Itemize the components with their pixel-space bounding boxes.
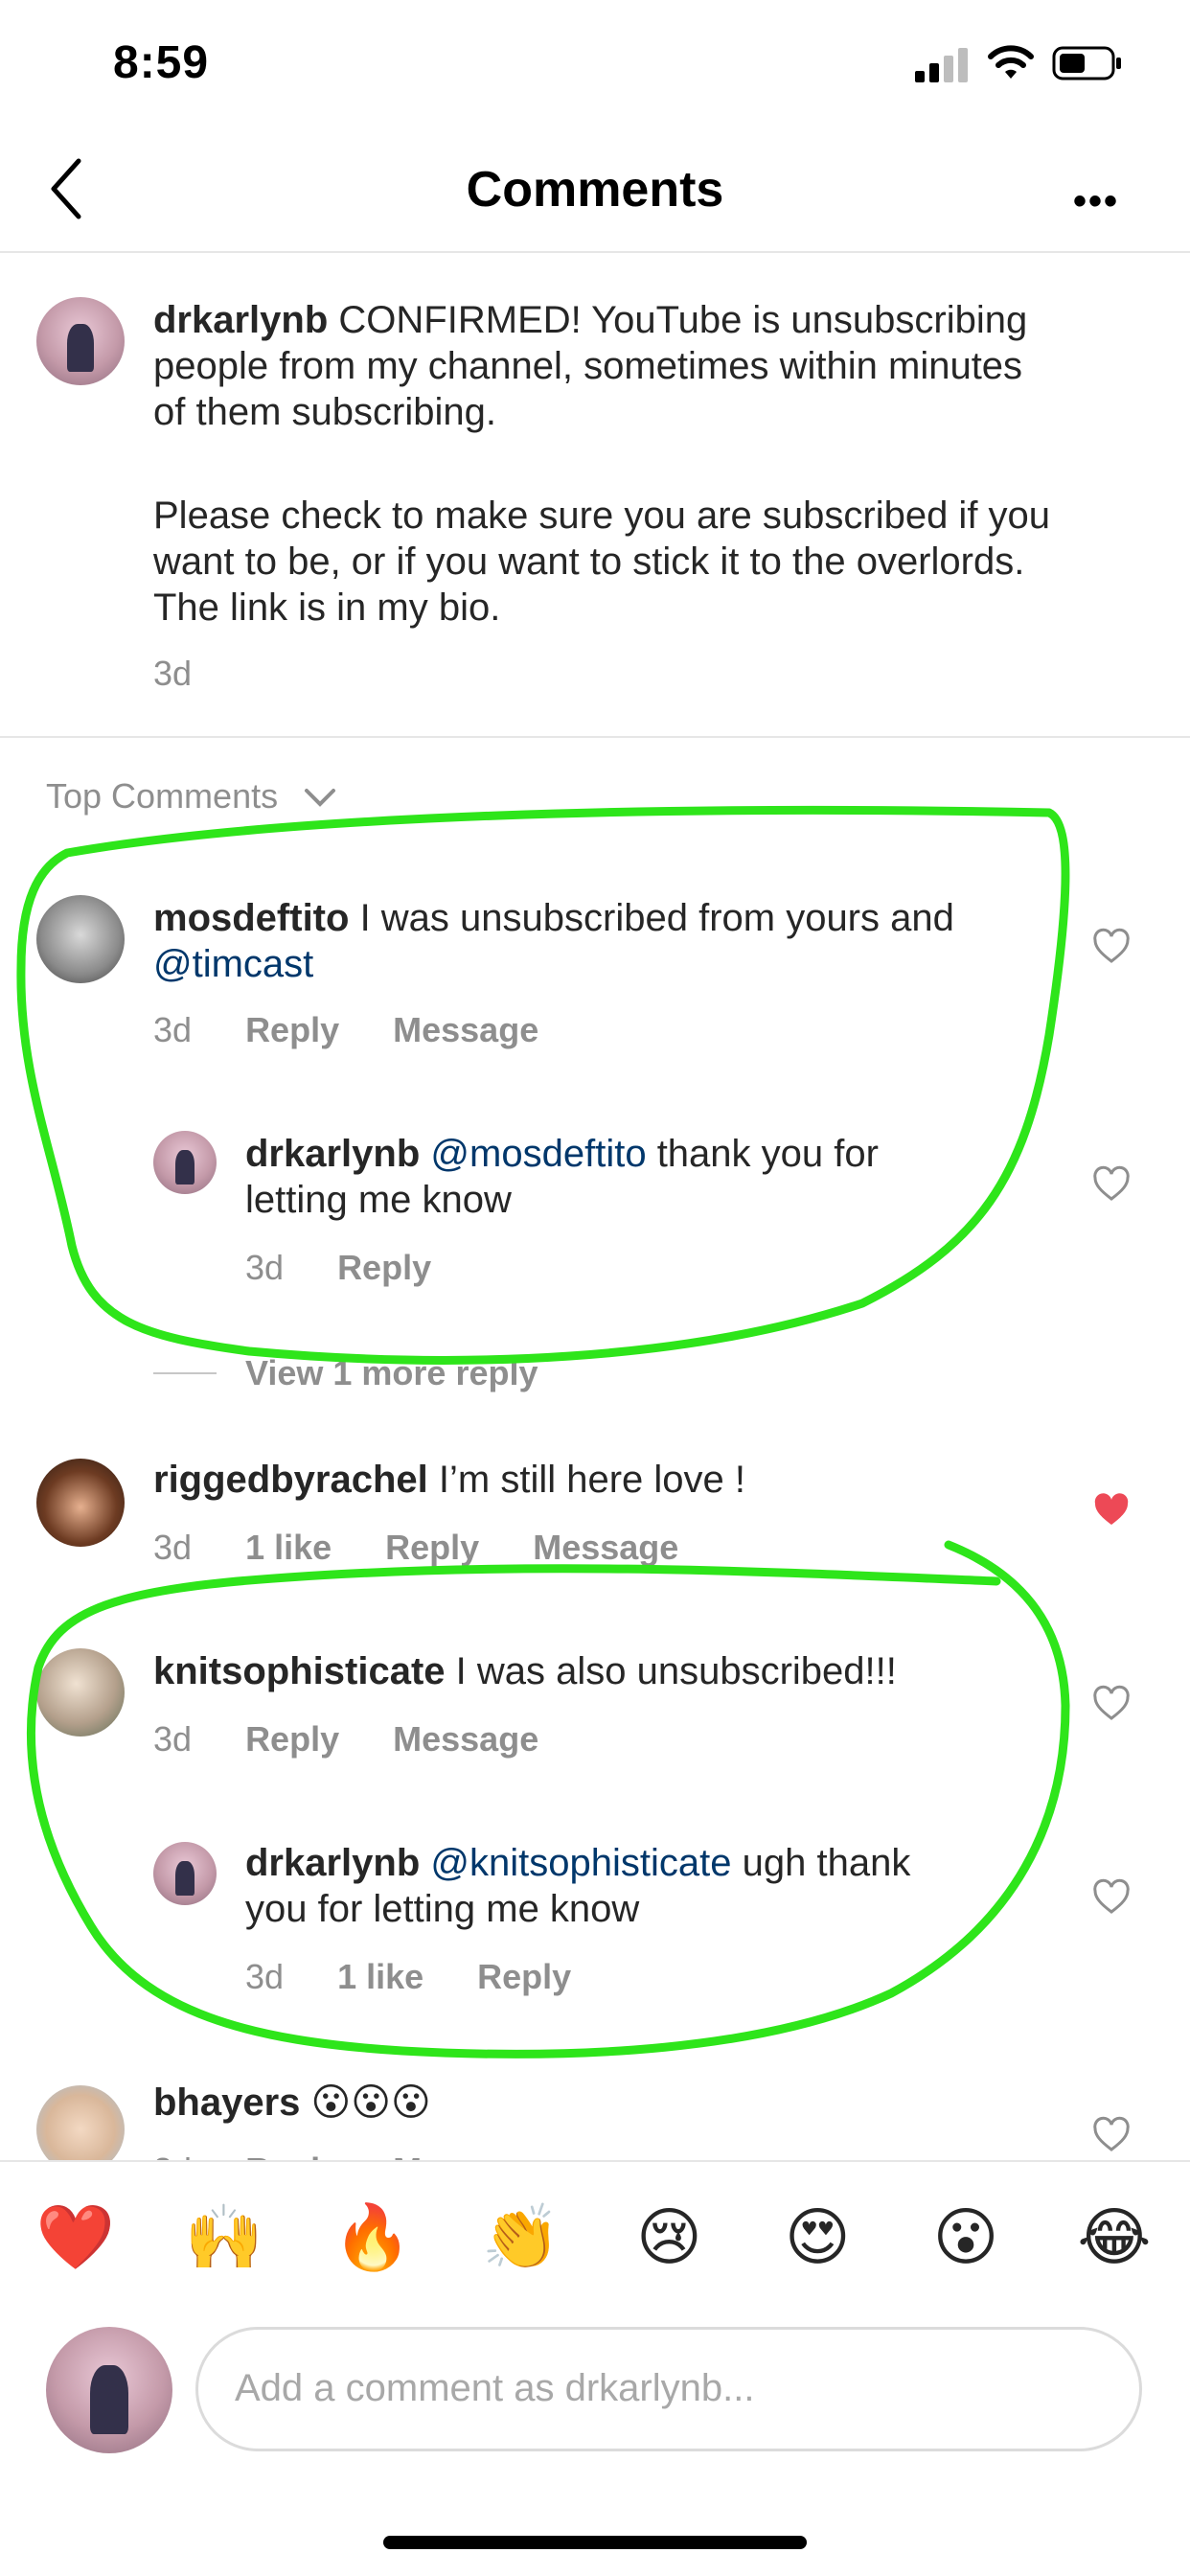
avatar[interactable] [153,1131,217,1194]
likes-count[interactable]: 1 like [337,1957,423,1996]
emoji-raised-hands-button[interactable]: 🙌 [181,2198,267,2277]
more-options-icon[interactable]: ••• [1073,180,1119,223]
sort-label: Top Comments [46,776,279,816]
cellular-signal-icon [915,48,971,82]
emoji-clap-button[interactable]: 👏 [478,2198,564,2277]
status-time: 8:59 [113,37,210,88]
reply-meta: 3d 1 like Reply [245,1957,571,1997]
post-caption: drkarlynb CONFIRMED! YouTube is unsubscr… [153,297,1150,631]
liked-heart-icon[interactable] [1092,1491,1131,1530]
like-heart-icon[interactable] [1092,1878,1131,1917]
composer-avatar [46,2327,172,2453]
avatar[interactable] [36,1459,125,1547]
emoji-surprised-button[interactable]: 😮 [923,2198,1009,2277]
reply-body: letting me know [245,1179,512,1221]
home-indicator[interactable] [383,2536,807,2549]
caption-divider [0,736,1190,738]
post-author-avatar[interactable] [36,297,125,385]
comment-body: 😮😮😮 [310,2082,431,2124]
reply-time: 3d [245,1957,285,1996]
message-button[interactable]: Message [393,2150,538,2160]
comment-text: knitsophisticate I was also unsubscribed… [153,1648,1054,1694]
post-username[interactable]: drkarlynb [153,299,328,341]
reply-button[interactable]: Reply [385,1528,479,1567]
comment-username[interactable]: mosdeftito [153,897,349,939]
reply-button[interactable]: Reply [477,1957,571,1996]
caption-line: CONFIRMED! YouTube is unsubscribing [338,299,1028,341]
mention-link[interactable]: @knitsophisticate [430,1842,731,1884]
comment-username[interactable]: bhayers [153,2082,300,2124]
comment-body: I was also unsubscribed!!! [455,1650,897,1692]
view-more-line [153,1372,217,1374]
likes-count[interactable]: 1 like [245,1528,332,1567]
reply-username[interactable]: drkarlynb [245,1842,420,1884]
reply-button[interactable]: Reply [245,1010,339,1049]
emoji-heart-eyes-button[interactable]: 😍 [774,2198,860,2277]
comment-time: 3d [153,1719,193,1759]
emoji-bar: ❤️ 🙌 🔥 👏 😢 😍 😮 😂 [33,2198,1157,2277]
comment-username[interactable]: knitsophisticate [153,1650,446,1692]
reply-body: ugh thank [742,1842,911,1884]
view-more-replies[interactable]: View 1 more reply [245,1353,538,1393]
avatar[interactable] [153,1842,217,1905]
reply-meta: 3d Reply [245,1248,431,1288]
comment-meta: 3d 1 like Reply Message [153,1528,678,1568]
chevron-down-icon [305,789,336,808]
comment-time: 3d [153,1010,193,1049]
emoji-fire-button[interactable]: 🔥 [330,2198,416,2277]
caption-line: people from my channel, sometimes within… [153,345,1023,387]
reply-text: drkarlynb @mosdeftito thank you for lett… [245,1131,1069,1223]
comment-body: I’m still here love ! [438,1459,745,1501]
reply-button[interactable]: Reply [337,1248,431,1287]
emoji-heart-button[interactable]: ❤️ [33,2198,119,2277]
caption-line: The link is in my bio. [153,586,501,629]
like-heart-icon[interactable] [1092,1685,1131,1723]
avatar[interactable] [36,2085,125,2160]
comment-time: 3d [153,2150,192,2160]
reply-body: thank you for [656,1133,879,1175]
mention-link[interactable]: @timcast [153,943,313,985]
emoji-crying-button[interactable]: 😢 [626,2198,712,2277]
reply-button[interactable]: Reply [245,2150,339,2160]
wifi-icon [988,45,1034,79]
caption-line: of them subscribing. [153,391,496,433]
avatar[interactable] [36,1648,125,1736]
reply-button[interactable]: Reply [245,1719,339,1759]
mention-link[interactable]: @mosdeftito [430,1133,646,1175]
like-heart-icon[interactable] [1092,928,1131,966]
sort-dropdown[interactable]: Top Comments [46,776,337,816]
header-divider [0,251,1190,253]
comment-input[interactable] [233,2330,1099,2447]
battery-icon [1052,46,1121,80]
reply-time: 3d [245,1248,285,1287]
message-button[interactable]: Message [393,1010,538,1049]
comment-text: riggedbyrachel I’m still here love ! [153,1457,1054,1503]
caption-line: Please check to make sure you are subscr… [153,494,1051,537]
comment-text: bhayers 😮😮😮 [153,2080,1054,2126]
reply-username[interactable]: drkarlynb [245,1133,420,1175]
like-heart-icon[interactable] [1092,1165,1131,1204]
comment-input-container[interactable] [195,2327,1142,2451]
comment-meta: 3d Reply Message [153,2150,538,2160]
emoji-laughing-button[interactable]: 😂 [1071,2198,1157,2277]
comment-username[interactable]: riggedbyrachel [153,1459,428,1501]
comment-time: 3d [153,1528,193,1567]
like-heart-icon[interactable] [1092,2116,1131,2154]
comment-body: I was unsubscribed from yours and [359,897,954,939]
message-button[interactable]: Message [393,1719,538,1759]
reply-body: you for letting me know [245,1888,640,1930]
composer-divider [0,2160,1190,2162]
message-button[interactable]: Message [533,1528,678,1567]
comment-meta: 3d Reply Message [153,1010,538,1050]
reply-text: drkarlynb @knitsophisticate ugh thank yo… [245,1840,1069,1932]
post-timestamp: 3d [153,654,193,693]
page-title: Comments [466,162,724,218]
avatar[interactable] [36,895,125,983]
comment-text: mosdeftito I was unsubscribed from yours… [153,895,1054,987]
comment-clip: bhayers 😮😮😮 3d Reply Message [0,2060,1190,2160]
caption-line: want to be, or if you want to stick it t… [153,540,1025,583]
comment-meta: 3d Reply Message [153,1719,538,1760]
